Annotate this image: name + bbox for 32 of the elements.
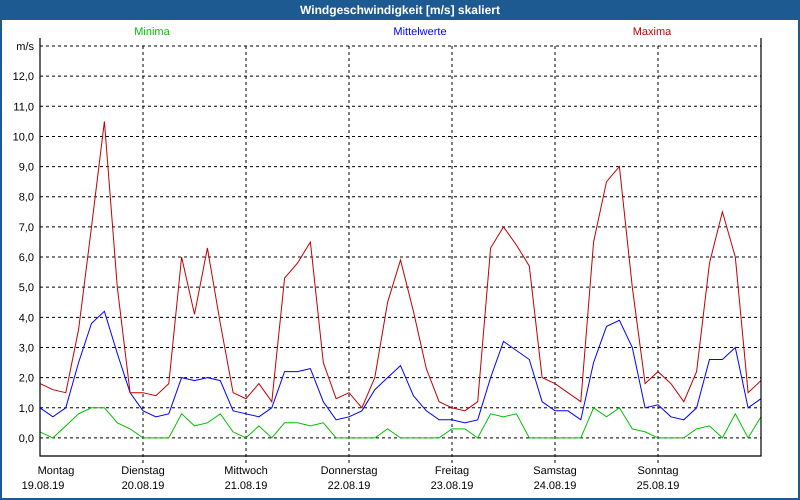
x-tick-label: 20.08.19 — [122, 480, 164, 492]
weekday-label: Samstag — [533, 465, 577, 477]
y-axis-unit: m/s — [16, 41, 34, 53]
legend-label: Mittelwerte — [393, 26, 447, 38]
legend-label: Minima — [134, 26, 170, 38]
weekday-label: Freitag — [434, 465, 470, 477]
y-tick-label: 10,0 — [12, 131, 34, 144]
x-tick-label: 19.08.19 — [22, 480, 64, 492]
x-tick-label: 23.08.19 — [430, 480, 474, 492]
x-tick-label: 24.08.19 — [534, 480, 576, 492]
y-tick-label: 0,0 — [18, 432, 34, 445]
y-tick-label: 11,0 — [13, 101, 34, 114]
weekday-label: Donnerstag — [320, 465, 378, 477]
x-tick-label: 22.08.19 — [328, 480, 370, 492]
y-tick-label: 9,0 — [18, 162, 34, 174]
y-tick-label: 4,0 — [18, 312, 34, 324]
weekday-label: Montag — [38, 465, 74, 477]
y-tick-label: 7,0 — [18, 222, 34, 234]
y-tick-label: 6,0 — [18, 252, 34, 264]
window-title: Windgeschwindigkeit [m/s] skaliert — [300, 3, 500, 17]
y-tick-label: 12,0 — [12, 71, 34, 84]
x-tick-label: 21.08.19 — [224, 480, 268, 492]
y-tick-label: 8,0 — [18, 192, 34, 204]
y-tick-label: 2,0 — [18, 372, 34, 385]
y-tick-label: 5,0 — [18, 282, 34, 294]
y-tick-label: 1,0 — [18, 402, 34, 415]
y-tick-label: 3,0 — [18, 342, 34, 354]
weekday-label: Sonntag — [638, 465, 678, 477]
legend-label: Maxima — [632, 26, 672, 38]
weekday-label: Dienstag — [121, 465, 165, 477]
x-tick-label: 25.08.19 — [636, 480, 680, 492]
weekday-label: Mittwoch — [224, 465, 268, 477]
